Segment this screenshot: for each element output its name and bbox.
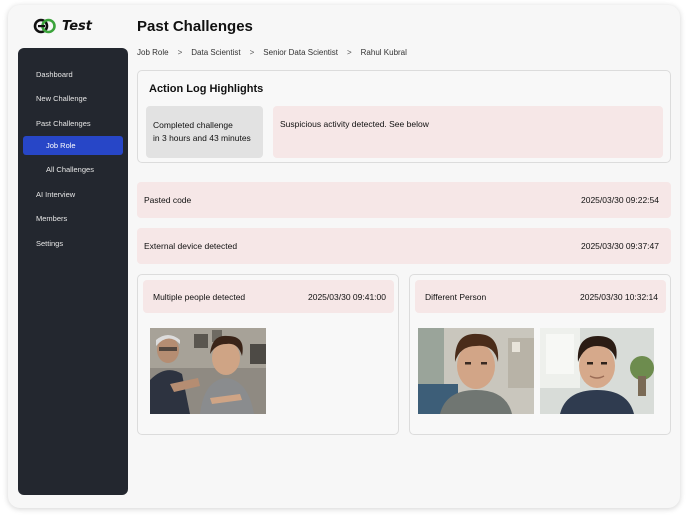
- suspicious-activity-alert: Suspicious activity detected. See below: [273, 106, 663, 158]
- completion-stat: Completed challenge in 3 hours and 43 mi…: [146, 106, 263, 158]
- event-label: Pasted code: [144, 195, 192, 205]
- event-different-person-panel: Different Person 2025/03/30 10:32:14: [409, 274, 671, 435]
- multiple-people-snapshot[interactable]: [150, 328, 266, 414]
- event-label: External device detected: [144, 241, 238, 251]
- event-pasted-code[interactable]: Pasted code 2025/03/30 09:22:54: [137, 182, 671, 218]
- app-logo[interactable]: Test: [33, 18, 92, 34]
- breadcrumb-separator: >: [177, 48, 183, 57]
- event-timestamp: 2025/03/30 09:37:47: [581, 241, 659, 251]
- sidebar: Dashboard New Challenge Past Challenges …: [18, 48, 128, 495]
- sidebar-item-dashboard[interactable]: Dashboard: [18, 62, 128, 87]
- sidebar-item-all-challenges[interactable]: All Challenges: [18, 158, 128, 183]
- breadcrumb-candidate: Rahul Kubral: [360, 48, 407, 57]
- event-label: Multiple people detected: [153, 291, 246, 302]
- sidebar-item-members[interactable]: Members: [18, 207, 128, 232]
- breadcrumb-job-role[interactable]: Job Role: [137, 48, 169, 57]
- event-multiple-people-panel: Multiple people detected 2025/03/30 09:4…: [137, 274, 399, 435]
- event-timestamp: 2025/03/30 10:32:14: [580, 291, 658, 302]
- completion-line-1: Completed challenge: [153, 120, 233, 130]
- logo-mark-icon: [33, 18, 56, 34]
- sidebar-item-settings[interactable]: Settings: [18, 231, 128, 256]
- event-timestamp: 2025/03/30 09:22:54: [581, 195, 659, 205]
- event-different-person[interactable]: Different Person 2025/03/30 10:32:14: [415, 280, 666, 313]
- app-window: Test Dashboard New Challenge Past Challe…: [8, 5, 680, 508]
- app-name: Test: [62, 18, 92, 34]
- detected-person-photo[interactable]: [540, 328, 654, 414]
- breadcrumb-separator: >: [249, 48, 255, 57]
- sidebar-item-new-challenge[interactable]: New Challenge: [18, 87, 128, 112]
- event-label: Different Person: [425, 291, 487, 302]
- breadcrumb-senior-data-scientist[interactable]: Senior Data Scientist: [263, 48, 338, 57]
- event-multiple-people[interactable]: Multiple people detected 2025/03/30 09:4…: [143, 280, 394, 313]
- page-title: Past Challenges: [137, 18, 253, 35]
- completion-line-2: in 3 hours and 43 minutes: [153, 133, 251, 143]
- sidebar-item-job-role[interactable]: Job Role: [23, 135, 123, 155]
- breadcrumb-data-scientist[interactable]: Data Scientist: [191, 48, 240, 57]
- highlights-title: Action Log Highlights: [149, 83, 264, 95]
- breadcrumb-separator: >: [346, 48, 352, 57]
- event-external-device[interactable]: External device detected 2025/03/30 09:3…: [137, 228, 671, 264]
- sidebar-item-ai-interview[interactable]: AI Interview: [18, 182, 128, 207]
- sidebar-item-past-challenges[interactable]: Past Challenges: [18, 111, 128, 136]
- reference-photo[interactable]: [418, 328, 534, 414]
- breadcrumb: Job Role > Data Scientist > Senior Data …: [137, 48, 407, 57]
- action-log-highlights: Action Log Highlights Completed challeng…: [137, 70, 671, 163]
- event-timestamp: 2025/03/30 09:41:00: [308, 291, 386, 302]
